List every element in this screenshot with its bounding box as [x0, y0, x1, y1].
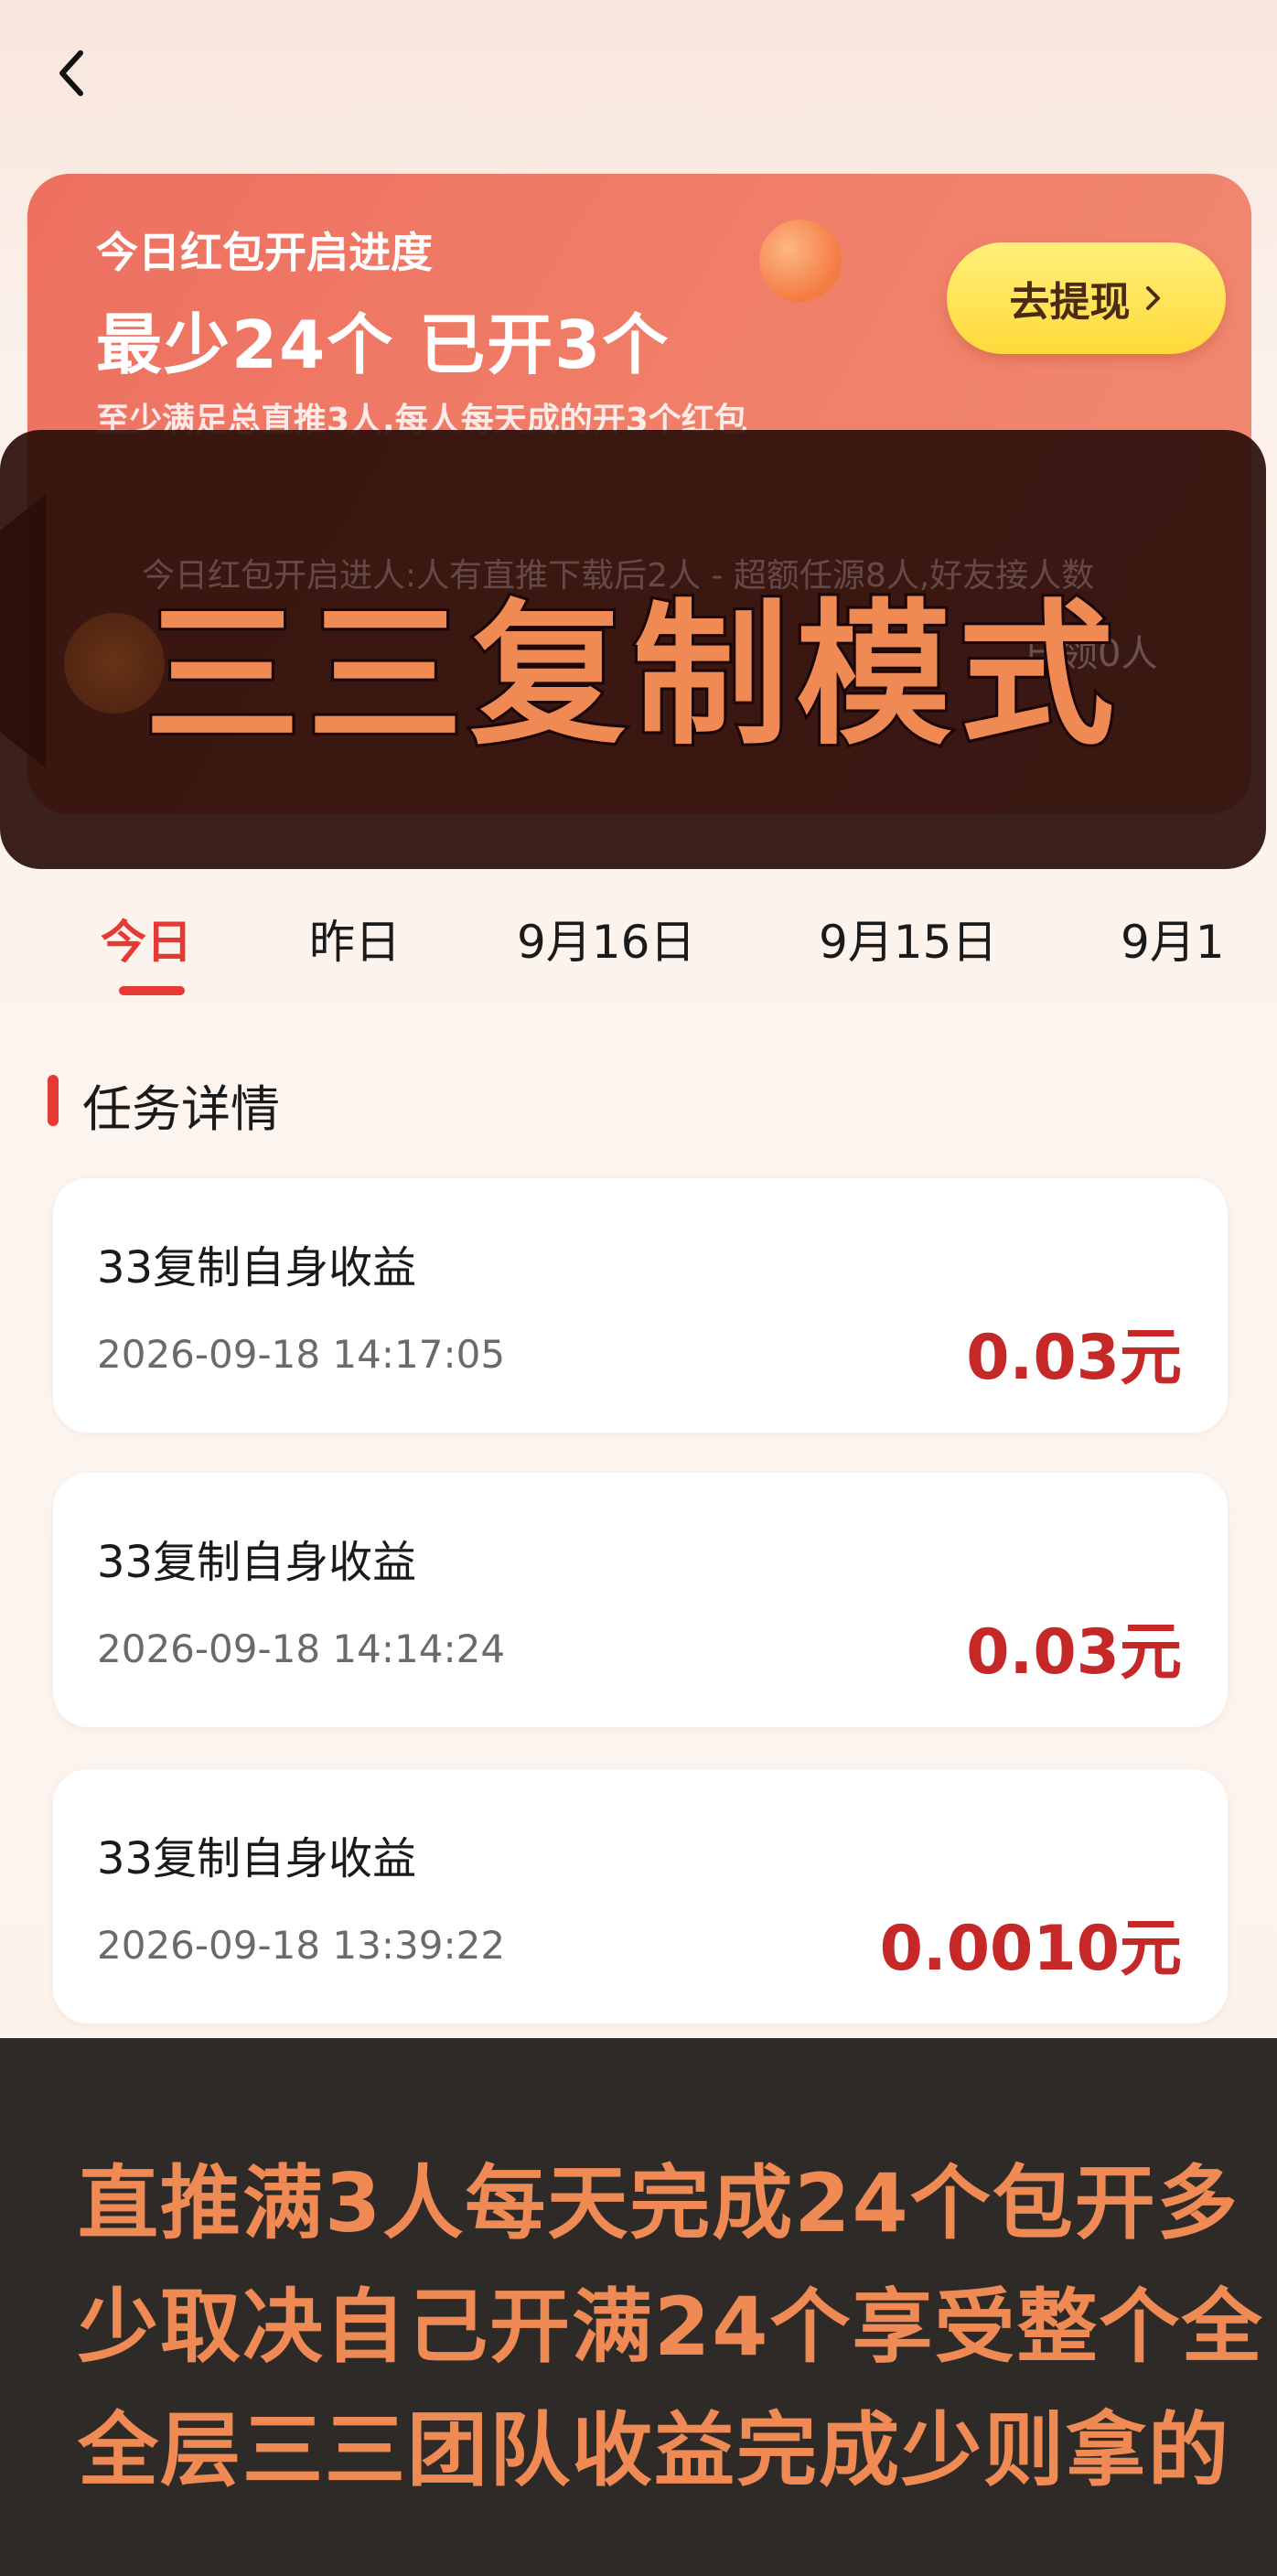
task-time: 2026-09-18 13:39:22 — [97, 1923, 506, 1968]
task-time: 2026-09-18 14:14:24 — [97, 1626, 506, 1671]
active-tab-indicator — [119, 986, 185, 995]
overlay-title: 三三复制模式 — [142, 583, 1121, 769]
tab-today[interactable]: 今日 — [101, 906, 192, 971]
withdraw-button[interactable]: 去提现 — [947, 242, 1226, 354]
task-item[interactable]: 33复制自身收益 2026-09-18 13:39:22 0.0010元 — [53, 1769, 1228, 2023]
tab-sep-1x[interactable]: 9月1 — [1121, 906, 1225, 971]
task-title: 33复制自身收益 — [97, 1833, 417, 1884]
caption-panel: 直推满3人每天完成24个包开多 少取决自己开满24个享受整个全 全层三三团队收益… — [0, 2038, 1277, 2576]
task-item[interactable]: 33复制自身收益 2026-09-18 14:17:05 0.03元 — [53, 1178, 1228, 1433]
chevron-right-icon — [1145, 286, 1160, 310]
coin-decoration — [759, 220, 842, 302]
caption-line: 直推满3人每天完成24个包开多 — [78, 2156, 1239, 2250]
section-title: 任务详情 — [82, 1080, 280, 1138]
back-button[interactable] — [46, 37, 101, 110]
progress-card-title: 今日红包开启进度 — [96, 228, 433, 277]
tab-sep-15[interactable]: 9月15日 — [819, 906, 997, 971]
tab-yesterday[interactable]: 昨日 — [309, 906, 401, 971]
task-item[interactable]: 33复制自身收益 2026-09-18 14:14:24 0.03元 — [53, 1473, 1228, 1727]
task-amount: 0.03元 — [966, 1616, 1182, 1689]
withdraw-button-label: 去提现 — [1009, 279, 1131, 326]
section-accent-bar — [48, 1075, 59, 1126]
chevron-left-icon — [59, 50, 83, 96]
task-amount: 0.0010元 — [879, 1913, 1182, 1985]
caption-line: 少取决自己开满24个享受整个全 — [78, 2280, 1264, 2374]
task-title: 33复制自身收益 — [97, 1242, 417, 1293]
task-amount: 0.03元 — [966, 1322, 1182, 1394]
task-time: 2026-09-18 14:17:05 — [97, 1332, 506, 1377]
progress-card-headline: 最少24个 已开3个 — [96, 306, 671, 383]
tab-sep-16[interactable]: 9月16日 — [517, 906, 695, 971]
task-title: 33复制自身收益 — [97, 1537, 417, 1588]
date-tabs: 今日 昨日 9月16日 9月15日 9月1 — [0, 906, 1277, 1006]
caption-line: 全层三三团队收益完成少则拿的 — [78, 2403, 1231, 2497]
